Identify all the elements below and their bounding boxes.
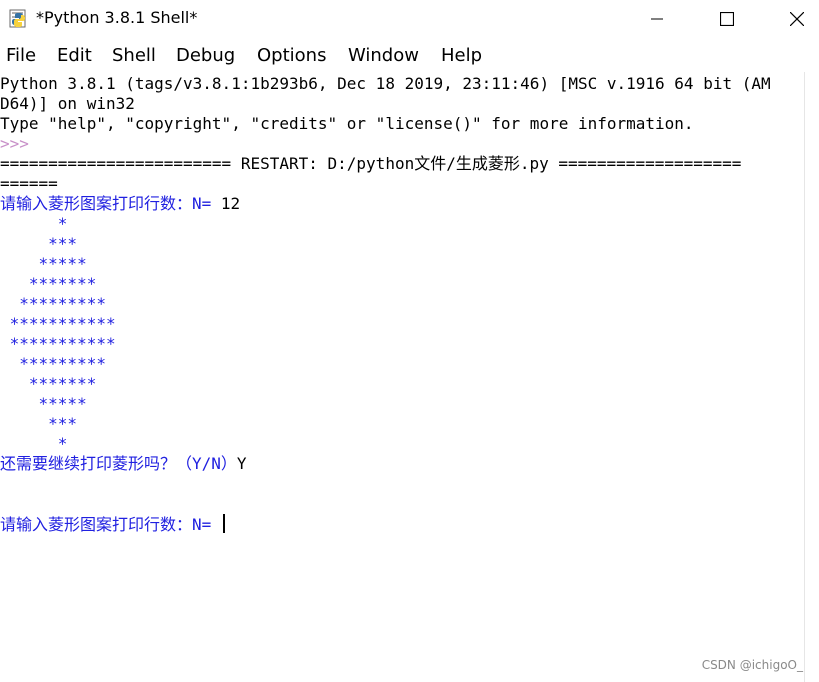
diamond-row: ***** (0, 394, 87, 413)
maximize-button[interactable] (704, 0, 750, 38)
menu-options[interactable]: Options (257, 44, 326, 68)
diamond-row: * (0, 214, 68, 233)
continue-value: Y (236, 454, 247, 473)
vertical-scrollbar[interactable] (804, 72, 819, 682)
continue-line: 还需要继续打印菱形吗？（Y/N）Y (0, 454, 247, 474)
python-idle-icon (9, 9, 26, 28)
banner-line: Python 3.8.1 (tags/v3.8.1:1b293b6, Dec 1… (0, 74, 771, 93)
menu-edit[interactable]: Edit (57, 44, 92, 68)
close-icon (790, 12, 804, 26)
menu-file[interactable]: File (6, 44, 36, 68)
diamond-row: *********** (0, 334, 116, 353)
diamond-row: * (0, 434, 68, 453)
input-value: 12 (220, 194, 241, 213)
diamond-row: *********** (0, 314, 116, 333)
title-bar[interactable]: *Python 3.8.1 Shell* (0, 0, 819, 38)
watermark: CSDN @ichigoO_ (701, 658, 803, 672)
menu-help[interactable]: Help (441, 44, 482, 68)
diamond-row: *** (0, 414, 78, 433)
menu-bar: File Edit Shell Debug Options Window Hel… (0, 41, 819, 71)
shell-prompt: >>> (0, 134, 39, 153)
minimize-button[interactable] (634, 0, 680, 38)
diamond-row: ******* (0, 274, 97, 293)
menu-debug[interactable]: Debug (176, 44, 235, 68)
menu-window[interactable]: Window (348, 44, 419, 68)
maximize-icon (720, 12, 734, 26)
input-line-2[interactable]: 请输入菱形图案打印行数：N= (0, 514, 225, 534)
banner-line: D64)] on win32 (0, 94, 135, 113)
diamond-row: ******* (0, 374, 97, 393)
restart-line: ====== (0, 174, 58, 193)
input-prompt-text: 请输入菱形图案打印行数：N= (0, 194, 221, 213)
shell-console[interactable]: Python 3.8.1 (tags/v3.8.1:1b293b6, Dec 1… (0, 72, 804, 682)
menu-shell[interactable]: Shell (112, 44, 156, 68)
continue-prompt-text: 还需要继续打印菱形吗？（Y/N） (0, 454, 237, 473)
input-line-1: 请输入菱形图案打印行数：N= 12 (0, 194, 240, 214)
minimize-icon (651, 18, 663, 20)
diamond-row: ********* (0, 354, 106, 373)
banner-line: Type "help", "copyright", "credits" or "… (0, 114, 694, 133)
diamond-row: *** (0, 234, 78, 253)
window-title: *Python 3.8.1 Shell* (36, 8, 198, 27)
close-button[interactable] (774, 0, 819, 38)
diamond-row: ********* (0, 294, 106, 313)
restart-line: ======================== RESTART: D:/pyt… (0, 154, 742, 173)
input-prompt-text: 请输入菱形图案打印行数：N= (0, 515, 221, 534)
text-cursor (222, 514, 225, 533)
diamond-row: ***** (0, 254, 87, 273)
idle-shell-window: *Python 3.8.1 Shell* File Edit Shell Deb… (0, 0, 819, 682)
